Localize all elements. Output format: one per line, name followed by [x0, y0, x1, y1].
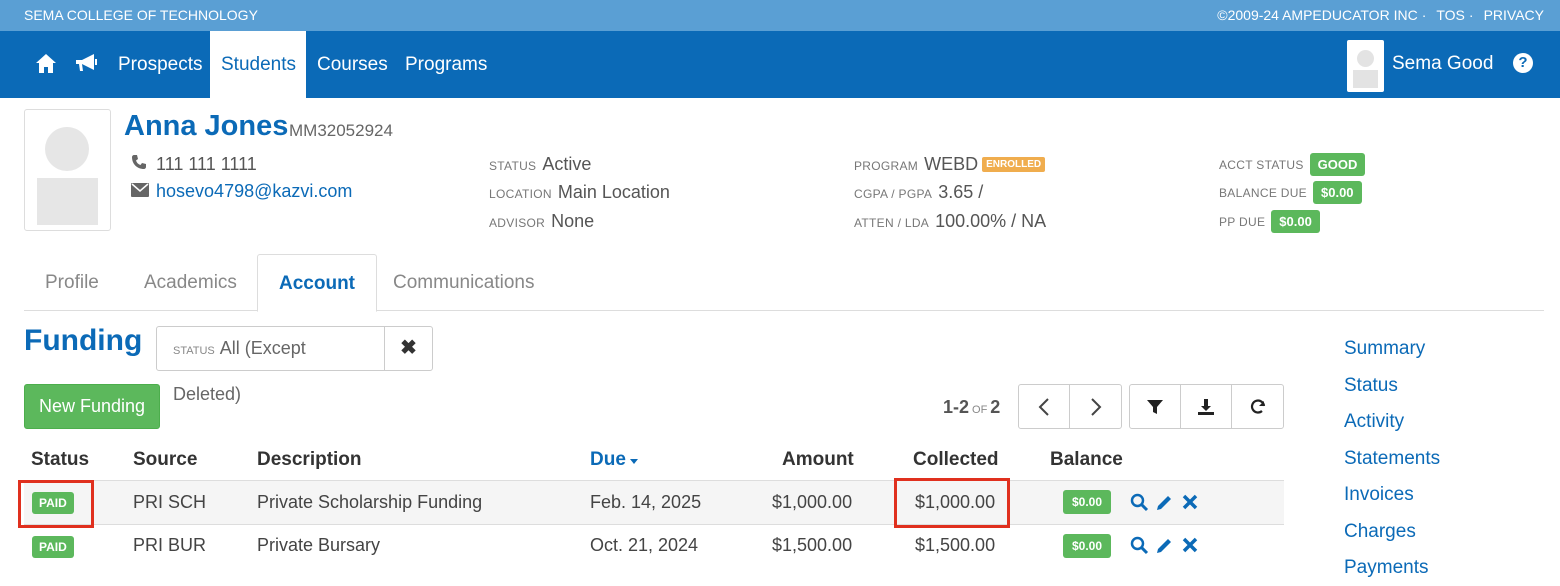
chevron-left-icon — [1038, 397, 1049, 416]
col-collected[interactable]: Collected — [913, 449, 999, 471]
advisor-field: ADVISOR None — [489, 211, 595, 231]
next-page-button[interactable] — [1070, 385, 1121, 428]
highlight-box-collected — [894, 478, 1010, 528]
funding-title: Funding — [24, 324, 143, 357]
sidenav-payments[interactable]: Payments — [1344, 557, 1428, 579]
acct-status-field: ACCT STATUS GOOD — [1219, 153, 1366, 176]
sidenav-invoices[interactable]: Invoices — [1344, 484, 1414, 506]
top-strip: SEMA COLLEGE OF TECHNOLOGY ©2009-24 AMPE… — [0, 0, 1560, 31]
status-badge: PAID — [32, 536, 74, 558]
tab-profile[interactable]: Profile — [24, 254, 120, 311]
tab-account[interactable]: Account — [257, 254, 377, 312]
nav-courses[interactable]: Courses — [306, 31, 399, 98]
filter-icon — [1147, 399, 1163, 414]
phone-icon — [131, 154, 151, 175]
main-navbar: Prospects Students Courses Programs Sema… — [0, 31, 1560, 98]
status-filter[interactable]: STATUS All (Except Deleted) — [156, 326, 385, 404]
envelope-icon — [131, 181, 151, 202]
col-balance[interactable]: Balance — [1050, 449, 1123, 471]
top-links: ©2009-24 AMPEDUCATOR INC · TOS · PRIVACY — [1217, 7, 1544, 23]
balance-due-field: BALANCE DUE $0.00 — [1219, 181, 1362, 204]
download-icon — [1198, 398, 1214, 415]
search-icon[interactable] — [1130, 493, 1149, 517]
row-due: Oct. 21, 2024 — [590, 535, 699, 555]
program-field: PROGRAM WEBD ENROLLED — [854, 154, 1046, 175]
sidenav-statements[interactable]: Statements — [1344, 448, 1440, 470]
acct-status-badge: GOOD — [1309, 153, 1366, 176]
row-amount: $1,500.00 — [772, 535, 853, 555]
col-source[interactable]: Source — [133, 449, 197, 471]
megaphone-icon[interactable] — [74, 53, 98, 78]
clear-filter-button[interactable]: ✖ — [384, 326, 433, 371]
new-funding-button[interactable]: New Funding — [24, 384, 160, 429]
row-description: Private Bursary — [257, 535, 381, 555]
user-name[interactable]: Sema Good — [1392, 53, 1493, 75]
pp-due-field: PP DUE $0.00 — [1219, 210, 1320, 233]
row-balance-badge: $0.00 — [1063, 490, 1112, 514]
student-tabs: Profile Academics Account Communications — [24, 254, 1544, 312]
delete-icon[interactable] — [1182, 537, 1198, 558]
student-id: MM32052924 — [289, 121, 393, 140]
status-field: STATUS Active — [489, 154, 592, 174]
row-divider — [24, 524, 1284, 525]
school-name: SEMA COLLEGE OF TECHNOLOGY — [24, 7, 258, 23]
student-name[interactable]: Anna Jones — [124, 110, 288, 143]
nav-programs[interactable]: Programs — [394, 31, 498, 98]
table-tools — [1129, 384, 1284, 429]
download-button[interactable] — [1181, 385, 1232, 428]
search-icon[interactable] — [1130, 536, 1149, 560]
nav-students[interactable]: Students — [210, 31, 306, 98]
sidenav-summary[interactable]: Summary — [1344, 338, 1425, 360]
row-amount: $1,000.00 — [772, 492, 853, 512]
student-phone: 111 111 1111 — [131, 154, 257, 175]
col-due[interactable]: Due — [590, 449, 639, 471]
refresh-icon — [1250, 398, 1265, 414]
highlight-box-status — [18, 480, 94, 528]
home-icon[interactable] — [35, 53, 57, 79]
row-collected: $1,500.00 — [915, 535, 996, 555]
edit-pencil-icon[interactable] — [1156, 536, 1174, 559]
row-description: Private Scholarship Funding — [257, 492, 483, 512]
user-avatar[interactable] — [1347, 40, 1384, 92]
pager-buttons — [1018, 384, 1122, 429]
privacy-link[interactable]: PRIVACY — [1484, 7, 1544, 23]
col-amount[interactable]: Amount — [782, 449, 854, 471]
edit-pencil-icon[interactable] — [1156, 493, 1174, 516]
sidenav-charges[interactable]: Charges — [1344, 521, 1416, 543]
row-due: Feb. 14, 2025 — [590, 492, 702, 512]
tab-academics[interactable]: Academics — [123, 254, 258, 311]
attendance-field: ATTEN / LDA 100.00% / NA — [854, 211, 1047, 231]
enrolled-badge: ENROLLED — [982, 157, 1046, 172]
location-field: LOCATION Main Location — [489, 182, 670, 202]
student-photo — [24, 109, 111, 231]
sidenav-status[interactable]: Status — [1344, 375, 1398, 397]
tab-communications[interactable]: Communications — [372, 254, 556, 311]
email-link[interactable]: hosevo4798@kazvi.com — [156, 181, 352, 201]
gpa-field: CGPA / PGPA 3.65 / — [854, 182, 984, 202]
row-source: PRI SCH — [133, 492, 207, 512]
row-source: PRI BUR — [133, 535, 207, 555]
pager-info: 1-2 OF 2 — [943, 397, 1001, 417]
copyright: ©2009-24 AMPEDUCATOR INC — [1217, 7, 1418, 23]
prev-page-button[interactable] — [1019, 385, 1070, 428]
sidenav-activity[interactable]: Activity — [1344, 411, 1404, 433]
col-status[interactable]: Status — [31, 449, 89, 471]
pp-due-badge: $0.00 — [1271, 210, 1320, 233]
tos-link[interactable]: TOS — [1436, 7, 1465, 23]
chevron-right-icon — [1090, 397, 1101, 416]
student-email: hosevo4798@kazvi.com — [131, 181, 352, 202]
filter-button[interactable] — [1130, 385, 1181, 428]
refresh-button[interactable] — [1232, 385, 1283, 428]
col-description[interactable]: Description — [257, 449, 362, 471]
nav-prospects[interactable]: Prospects — [107, 31, 213, 98]
balance-due-badge: $0.00 — [1313, 181, 1362, 204]
help-icon[interactable]: ? — [1513, 53, 1533, 73]
delete-icon[interactable] — [1182, 494, 1198, 515]
sort-down-icon — [629, 459, 638, 464]
row-balance-badge: $0.00 — [1063, 534, 1112, 558]
